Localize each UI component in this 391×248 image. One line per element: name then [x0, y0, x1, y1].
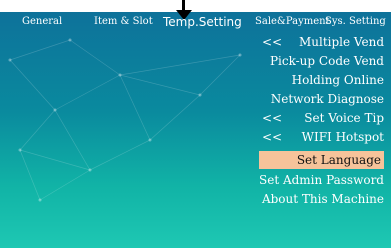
tab-temp-setting[interactable]: Temp.Setting: [163, 12, 242, 32]
tab-general[interactable]: General: [22, 12, 62, 32]
menu-item-label: Network Diagnose: [270, 92, 384, 106]
menu-item-label: Set Voice Tip: [304, 111, 384, 125]
menu-item-label: Holding Online: [291, 73, 384, 87]
tab-bar: General Item & Slot Temp.Setting Sale&Pa…: [0, 12, 391, 32]
menu-item-holding-online[interactable]: Holding Online: [262, 71, 384, 90]
menu-item-about-this-machine[interactable]: About This Machine: [250, 190, 384, 209]
menu-item-set-admin-password[interactable]: Set Admin Password: [250, 171, 384, 190]
menu-item-label: Multiple Vend: [298, 35, 384, 49]
menu-item-label: About This Machine: [261, 192, 384, 206]
menu-item-pickup-code-vend[interactable]: Pick-up Code Vend: [262, 52, 384, 71]
top-strip: [0, 0, 391, 12]
tab-item-slot[interactable]: Item & Slot: [94, 12, 153, 32]
menu-item-multiple-vend[interactable]: << Multiple Vend: [262, 33, 384, 52]
menu-item-network-diagnose[interactable]: Network Diagnose: [262, 90, 384, 109]
menu-item-label: Set Language: [296, 153, 381, 167]
vending-settings-screen: General Item & Slot Temp.Setting Sale&Pa…: [0, 0, 391, 248]
expand-marker: <<: [262, 130, 283, 144]
expand-marker: <<: [262, 111, 283, 125]
menu-item-wifi-hotspot[interactable]: << WIFI Hotspot: [262, 128, 384, 147]
menu-item-label: Pick-up Code Vend: [269, 54, 384, 68]
menu-item-label: Set Admin Password: [259, 173, 384, 187]
expand-marker: <<: [262, 35, 283, 49]
menu-item-label: WIFI Hotspot: [301, 130, 384, 144]
tab-sale-payment[interactable]: Sale&Payment: [255, 12, 330, 32]
menu-item-set-voice-tip[interactable]: << Set Voice Tip: [262, 109, 384, 128]
tab-sys-setting[interactable]: Sys. Setting: [325, 12, 386, 32]
menu-item-set-language[interactable]: Set Language: [259, 151, 384, 169]
